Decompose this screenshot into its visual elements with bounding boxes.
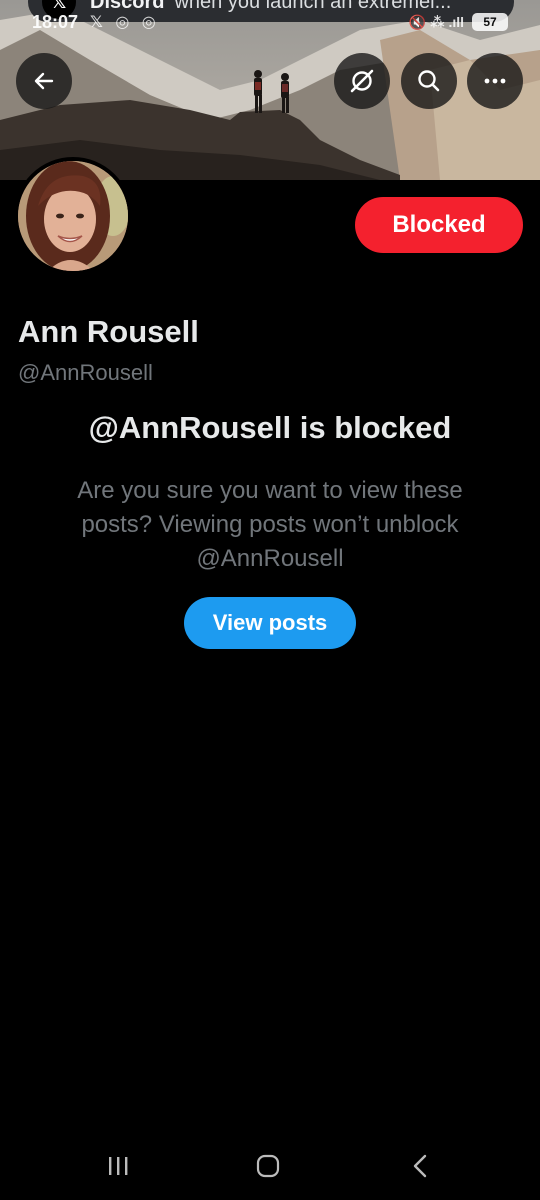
status-right-icons: 🔇 ⁂ .ıll 57 (409, 13, 508, 31)
status-bar: 18:07 𝕏 ◎ ◎ 🔇 ⁂ .ıll 57 (32, 10, 508, 34)
grok-button[interactable] (334, 53, 390, 109)
user-handle: @AnnRousell (18, 360, 153, 385)
status-signal-icons: 🔇 ⁂ .ıll (408, 13, 464, 30)
recent-apps-button[interactable] (88, 1144, 148, 1188)
home-button[interactable] (238, 1144, 298, 1188)
search-icon (418, 70, 440, 92)
more-options-button[interactable] (467, 53, 523, 109)
arrow-left-icon (34, 72, 54, 90)
blocked-button[interactable]: Blocked (355, 197, 523, 253)
blocked-notice-title: @AnnRousell is blocked (88, 410, 452, 445)
back-button[interactable] (16, 53, 72, 109)
battery-icon: 57 (472, 13, 508, 31)
display-name: Ann Rousell (18, 314, 199, 349)
grok-icon (350, 69, 374, 93)
avatar-photo (18, 161, 128, 271)
avatar[interactable] (14, 157, 132, 275)
system-back-icon (413, 1154, 427, 1178)
blocked-notice-message: Are you sure you want to view these post… (77, 477, 463, 572)
system-back-button[interactable] (390, 1144, 450, 1188)
status-time: 18:07 (32, 11, 79, 32)
status-notification-icons: 𝕏 ◎ ◎ (90, 14, 160, 31)
home-icon (256, 1154, 280, 1178)
search-button[interactable] (401, 53, 457, 109)
recent-apps-icon (109, 1157, 128, 1175)
system-navigation-bar (0, 1132, 540, 1200)
view-posts-button[interactable]: View posts (184, 597, 356, 649)
more-horizontal-icon (484, 78, 506, 84)
